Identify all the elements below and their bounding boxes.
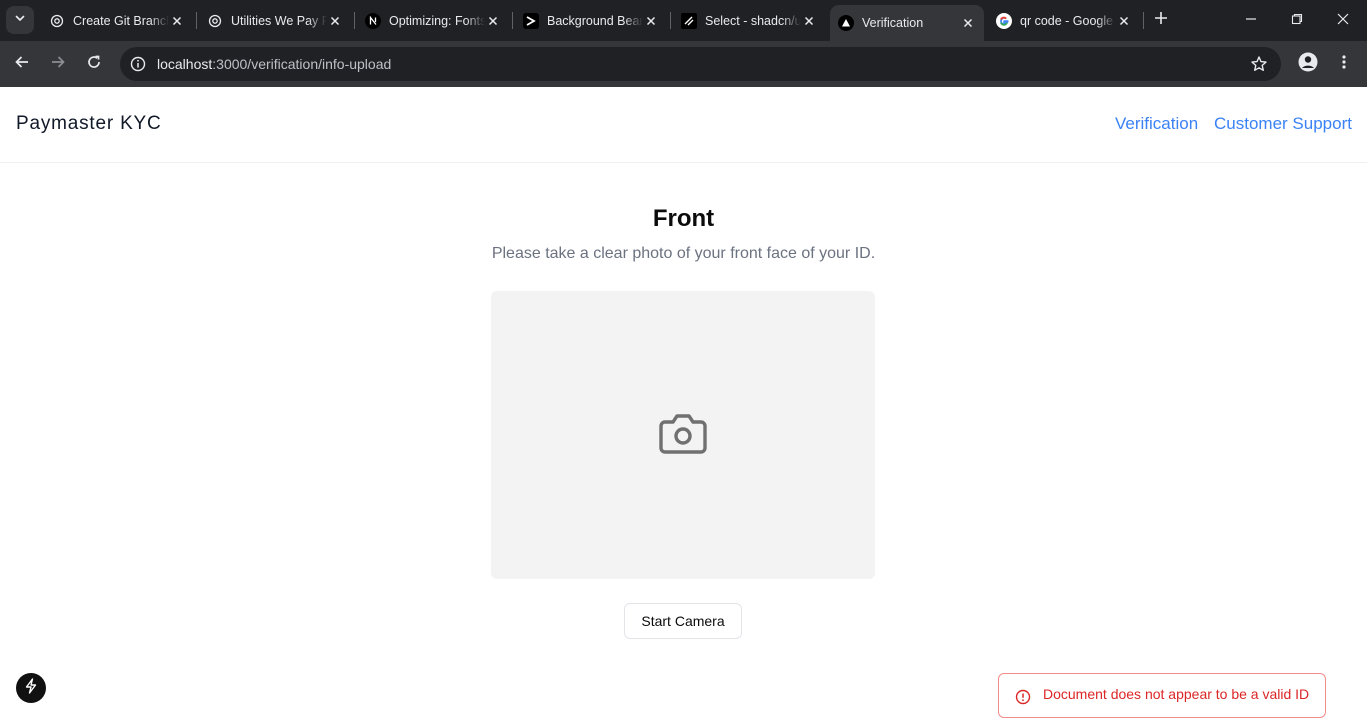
tab-close-icon[interactable] (169, 13, 185, 29)
minimize-button[interactable] (1228, 0, 1274, 41)
camera-icon (659, 412, 707, 459)
web-page: Paymaster KYC Verification Customer Supp… (0, 87, 1367, 721)
openai-icon (207, 13, 223, 29)
brand-logo-text[interactable]: Paymaster KYC (16, 113, 162, 135)
lightning-icon (24, 677, 38, 699)
shadcn-icon (681, 12, 697, 29)
tab-title: Optimizing: Fonts (389, 13, 485, 28)
browser-tab[interactable]: Utilities We Pay For (199, 0, 351, 41)
plus-icon (1154, 11, 1168, 30)
tab-title: Utilities We Pay For (231, 13, 327, 28)
app-header: Paymaster KYC Verification Customer Supp… (0, 87, 1367, 163)
browser-tab-strip: Create Git Branch Utilities We Pay For O… (0, 0, 1367, 41)
url-host: localhost (157, 56, 213, 72)
tab-close-icon[interactable] (327, 13, 343, 29)
close-icon (1337, 12, 1349, 30)
back-button[interactable] (8, 50, 36, 78)
tab-title: Select - shadcn/ui (705, 13, 801, 28)
start-camera-button[interactable]: Start Camera (624, 603, 742, 639)
restore-icon (1291, 12, 1303, 30)
browser-tab[interactable]: Background Beams (515, 0, 667, 41)
tab-separator (670, 12, 671, 29)
tab-title: Background Beams (547, 13, 643, 28)
address-bar[interactable]: localhost:3000/verification/info-upload (120, 47, 1281, 81)
tab-close-icon[interactable] (801, 13, 817, 29)
aceternity-icon (523, 12, 539, 29)
bookmark-star-icon[interactable] (1249, 54, 1269, 74)
tab-separator (196, 12, 197, 29)
url-text: localhost:3000/verification/info-upload (157, 47, 391, 81)
tab-close-icon[interactable] (643, 13, 659, 29)
browser-toolbar: localhost:3000/verification/info-upload (0, 41, 1367, 87)
openai-icon (49, 13, 65, 29)
tab-title: Verification (862, 16, 924, 30)
url-path: :3000/verification/info-upload (212, 56, 392, 72)
minimize-icon (1245, 12, 1257, 30)
profile-button[interactable] (1294, 50, 1322, 78)
alert-circle-icon (1015, 689, 1031, 705)
tab-separator (1143, 12, 1144, 29)
chevron-down-icon (14, 11, 26, 29)
nav-link-verification[interactable]: Verification (1115, 114, 1198, 134)
browser-tab[interactable]: Optimizing: Fonts (357, 0, 509, 41)
tab-close-icon[interactable] (960, 15, 976, 31)
browser-tab[interactable]: Create Git Branch (41, 0, 193, 41)
camera-preview-area (491, 291, 875, 579)
nextjs-icon (365, 12, 381, 29)
tab-title: Create Git Branch (73, 13, 169, 28)
browser-menu-button[interactable] (1330, 50, 1358, 78)
error-toast: Document does not appear to be a valid I… (998, 673, 1326, 718)
nav-link-customer-support[interactable]: Customer Support (1214, 114, 1352, 134)
toast-message: Document does not appear to be a valid I… (1043, 686, 1310, 702)
page-title: Front (652, 205, 715, 232)
nextjs-dev-indicator[interactable] (16, 673, 46, 703)
tab-title: qr code - Google Search (1020, 13, 1116, 28)
tab-search-button[interactable] (6, 6, 34, 34)
google-icon (996, 12, 1012, 29)
browser-tab-active[interactable]: Verification (830, 5, 984, 41)
tab-separator (354, 12, 355, 29)
restore-button[interactable] (1274, 0, 1320, 41)
arrow-right-icon (50, 54, 66, 75)
more-vertical-icon (1341, 54, 1347, 75)
tab-close-icon[interactable] (485, 13, 501, 29)
tab-close-icon[interactable] (1116, 13, 1132, 29)
profile-avatar-icon (1298, 52, 1318, 77)
page-subtitle: Please take a clear photo of your front … (491, 245, 876, 262)
reload-icon (86, 54, 102, 75)
close-window-button[interactable] (1320, 0, 1366, 41)
browser-tab[interactable]: qr code - Google Search (988, 0, 1140, 41)
arrow-left-icon (14, 54, 30, 75)
forward-button[interactable] (44, 50, 72, 78)
vercel-triangle-icon (838, 15, 854, 31)
tab-separator (512, 12, 513, 29)
site-info-icon[interactable] (128, 54, 148, 74)
new-tab-button[interactable] (1151, 10, 1171, 30)
browser-tab[interactable]: Select - shadcn/ui (673, 0, 825, 41)
reload-button[interactable] (80, 50, 108, 78)
